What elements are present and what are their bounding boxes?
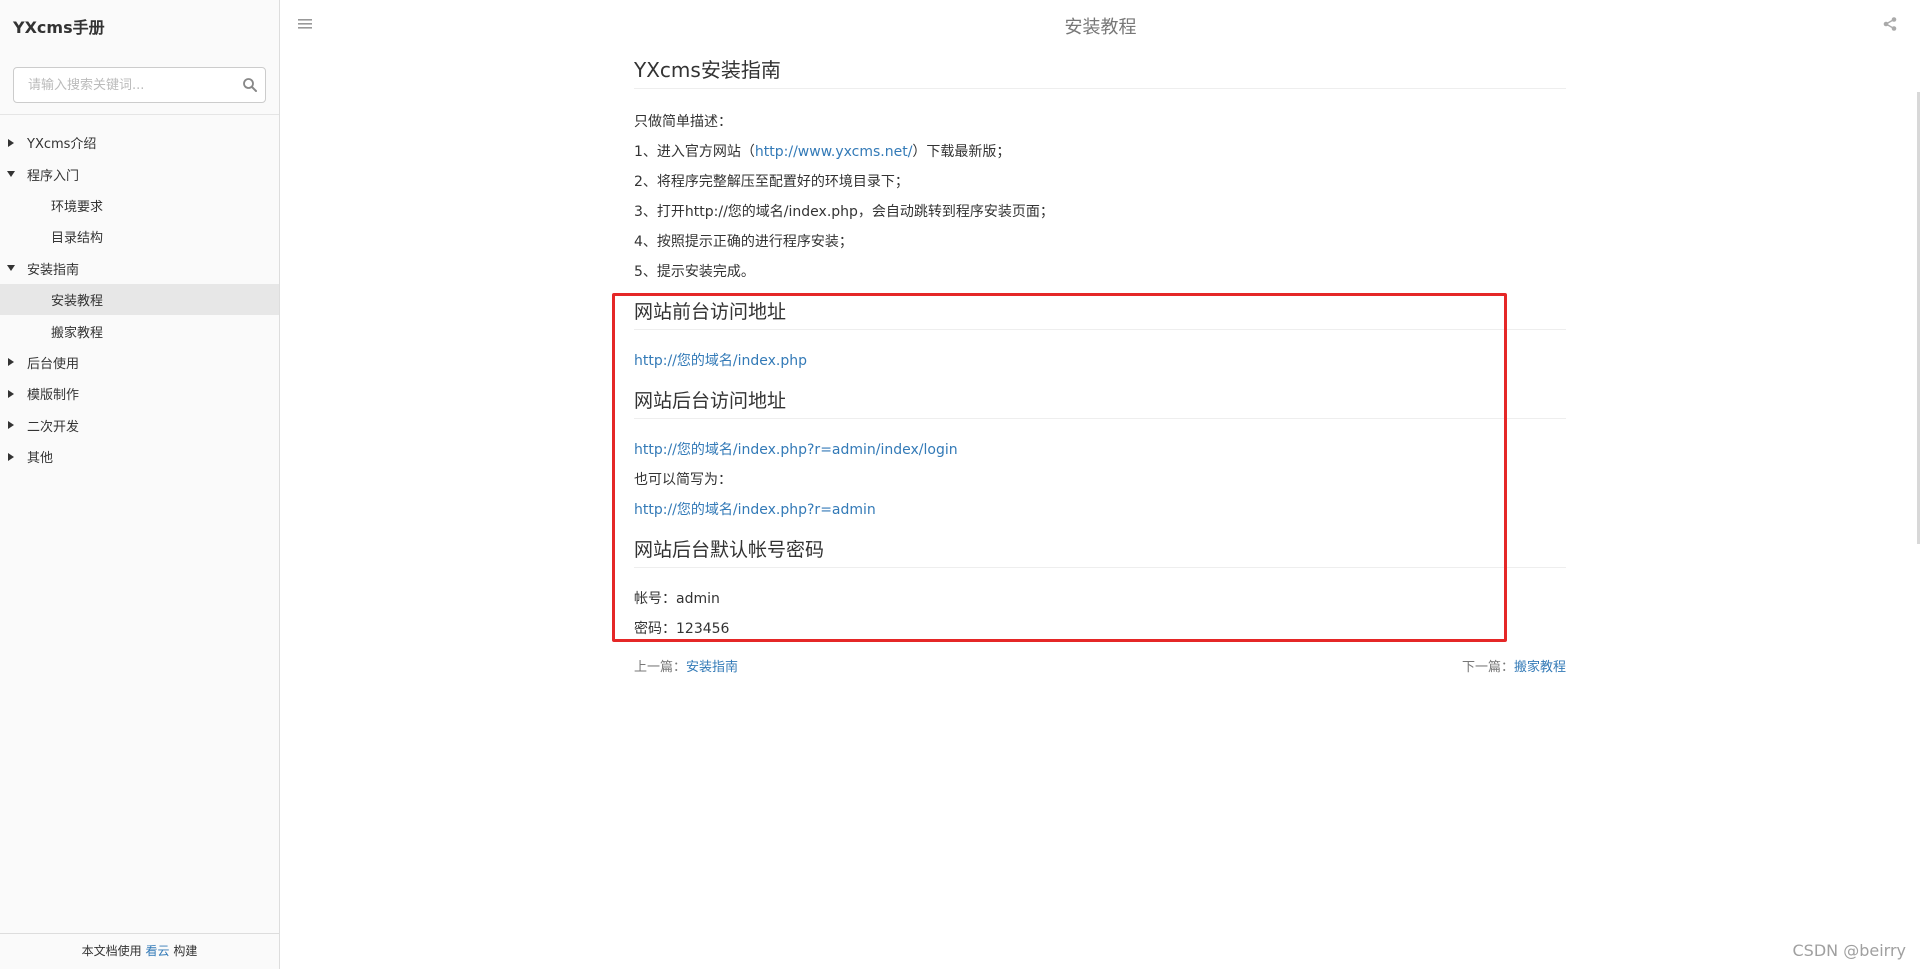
article-title: YXcms安装指南 [634,50,1566,89]
official-site-link[interactable]: http://www.yxcms.net/ [755,144,913,160]
default-account-heading: 网站后台默认帐号密码 [634,529,1566,568]
sidebar-item-label: 后台使用 [27,356,80,372]
sidebar-item-install-tutorial[interactable]: 安装教程 [0,283,279,316]
next-link[interactable]: 搬家教程 [1514,660,1566,675]
account-line: 帐号：admin [634,591,720,607]
step-1-prefix: 1、进入官方网站（ [634,144,755,160]
sidebar-item-label: 程序入门 [27,168,80,184]
step-3: 3、打开http://您的域名/index.php，会自动跳转到程序安装页面； [634,204,1054,220]
step-4: 4、按照提示正确的进行程序安装； [634,234,853,250]
front-access-heading: 网站前台访问地址 [634,291,1566,330]
next-label: 下一篇： [1461,660,1514,675]
next-page: 下一篇：搬家教程 [1462,653,1566,683]
watermark: CSDN @beirry [1792,941,1907,960]
caret-down-icon [7,262,27,274]
front-url-link[interactable]: http://您的域名/index.php [634,353,807,369]
sidebar-item-label: 二次开发 [27,419,80,435]
footer-link[interactable]: 看云 [145,944,169,958]
sidebar-item-template-making[interactable]: 模版制作 [0,378,279,409]
admin-url-link[interactable]: http://您的域名/index.php?r=admin/index/logi… [634,442,958,458]
sidebar-nav: YXcms介绍 程序入门 环境要求 目录结构 安装指南 安装教程 搬家教程 后台… [0,115,279,472]
caret-right-icon [7,388,27,400]
search-box [13,67,266,103]
brand-title[interactable]: YXcms手册 [0,0,279,55]
prev-page: 上一篇：安装指南 [634,653,738,683]
sidebar-item-label: 搬家教程 [51,325,104,341]
sidebar-item-label: 安装教程 [51,294,104,310]
caret-right-icon [7,137,27,149]
footer-prefix: 本文档使用 [81,944,146,958]
article: YXcms安装指南 只做简单描述： 1、进入官方网站（http://www.yx… [634,50,1566,683]
sidebar-item-migration-tutorial[interactable]: 搬家教程 [0,315,279,346]
admin-access-heading: 网站后台访问地址 [634,380,1566,419]
caret-right-icon [7,356,27,368]
sidebar-item-admin-usage[interactable]: 后台使用 [0,347,279,378]
sidebar-item-label: 模版制作 [27,388,80,404]
sidebar-item-secondary-dev[interactable]: 二次开发 [0,410,279,441]
footer-suffix: 构建 [169,944,198,958]
sidebar-item-yxcms-intro[interactable]: YXcms介绍 [0,127,279,158]
sidebar-item-directory[interactable]: 目录结构 [0,221,279,252]
admin-short-url-link[interactable]: http://您的域名/index.php?r=admin [634,502,876,518]
search-area [0,55,279,115]
sidebar-item-label: 安装指南 [27,262,80,278]
sidebar-item-environment[interactable]: 环境要求 [0,190,279,221]
caret-right-icon [7,451,27,463]
sidebar-item-label: YXcms介绍 [27,137,97,153]
sidebar-item-getting-started[interactable]: 程序入门 [0,158,279,189]
share-icon[interactable] [1882,16,1898,32]
topbar: 安装教程 [281,0,1920,50]
password-line: 密码：123456 [634,621,730,637]
sidebar-item-label: 其他 [27,451,54,467]
pager: 上一篇：安装指南 下一篇：搬家教程 [634,653,1566,683]
sidebar-item-label: 目录结构 [51,231,104,247]
sidebar-item-other[interactable]: 其他 [0,441,279,472]
step-2: 2、将程序完整解压至配置好的环境目录下； [634,174,909,190]
sidebar-item-label: 环境要求 [51,199,104,215]
main-panel: 安装教程 YXcms安装指南 只做简单描述： 1、进入官方网站（http://w… [281,0,1920,969]
step-1: 1、进入官方网站（http://www.yxcms.net/）下载最新版； [634,137,1566,167]
sidebar-footer: 本文档使用 看云 构建 [0,933,279,969]
article-intro: 只做简单描述： [634,114,732,130]
admin-short-label: 也可以简写为： [634,472,732,488]
prev-link[interactable]: 安装指南 [686,660,738,675]
sidebar-item-install-guide[interactable]: 安装指南 [0,253,279,284]
step-1-suffix: ）下载最新版； [912,144,1011,160]
sidebar: YXcms手册 YXcms介绍 程序入门 环境要求 目录结构 [0,0,280,969]
caret-right-icon [7,419,27,431]
search-input[interactable] [13,67,266,103]
page-title: 安装教程 [1064,17,1137,38]
caret-down-icon [7,168,27,180]
prev-label: 上一篇： [634,660,687,675]
step-5: 5、提示安装完成。 [634,264,755,280]
search-icon[interactable] [242,77,258,93]
